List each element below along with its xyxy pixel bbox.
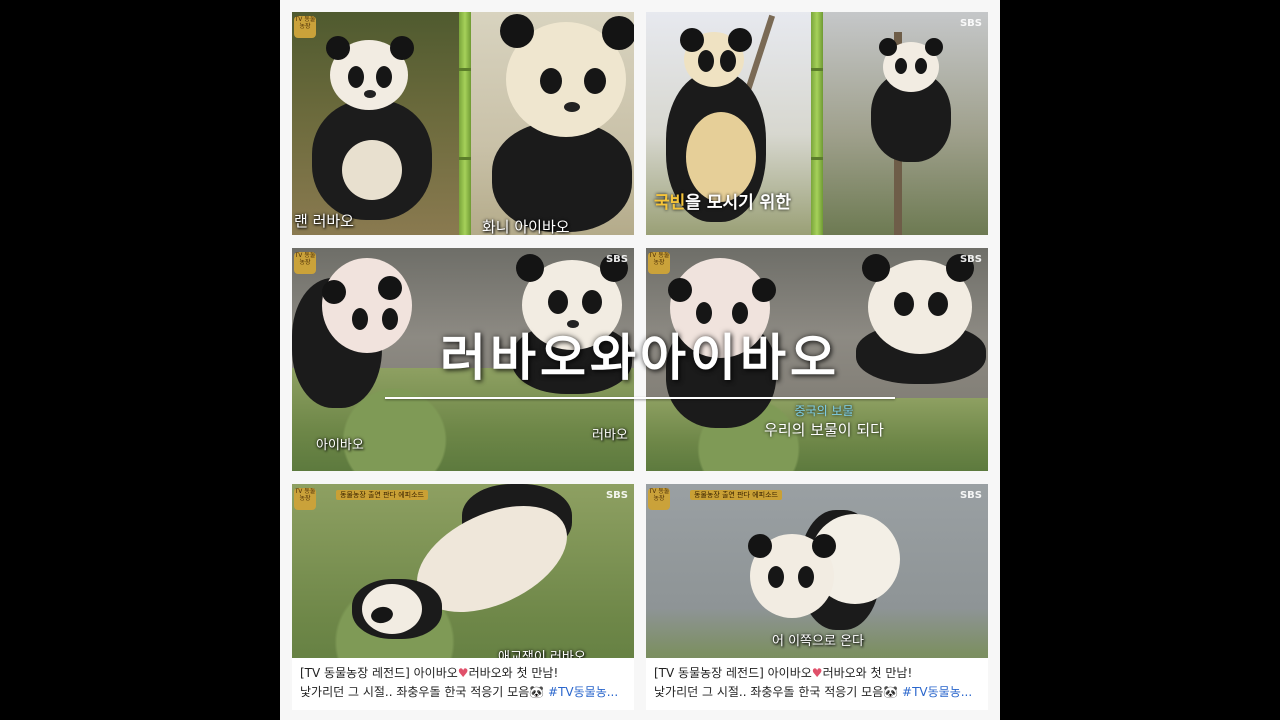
panda-eating-bamboo [492, 14, 634, 232]
episode-bar: 동물농장 출연 판다 에피소드 [336, 490, 428, 500]
sbs-watermark: SBS [959, 490, 982, 501]
video-title-line-2: 낯가리던 그 시절.. 좌충우돌 한국 적응기 모음🐼 #TV동물농... [654, 685, 973, 699]
sbs-watermark: SBS [959, 18, 982, 29]
bamboo-stalk [459, 12, 471, 235]
photo-tile-2[interactable]: SBS 국빈을 모시기 위한 [646, 12, 988, 235]
photo-tile-6[interactable]: TV 동물농장 동물농장 출연 판다 에피소드 SBS 어 이쪽으로 온다 [T… [646, 484, 988, 710]
tv-animal-farm-logo: TV 동물농장 [294, 16, 316, 38]
subtitle-main: 우리의 보물이 되다 [764, 421, 884, 439]
panda-walking [748, 504, 900, 634]
tv-animal-farm-logo: TV 동물농장 [648, 488, 670, 510]
video-title-card[interactable]: [TV 동물농장 레전드] 아이바오♥러바오와 첫 만남! 낯가리던 그 시절.… [292, 658, 634, 710]
panda-rolling [352, 484, 584, 644]
video-title-card[interactable]: [TV 동물농장 레전드] 아이바오♥러바오와 첫 만남! 낯가리던 그 시절.… [646, 658, 988, 710]
tv-animal-farm-logo: TV 동물농장 [648, 252, 670, 274]
sbs-watermark: SBS [605, 490, 628, 501]
caption-aibao: 아이바오 [316, 438, 364, 453]
panda-sitting [312, 36, 432, 230]
caption-lebao: 러바오 [592, 428, 628, 443]
collage-stage: TV 동물농장 랜 러바오 화니 아이바오 SBS 국빈을 모시기 위한 TV … [280, 0, 1000, 720]
video-title-line-1: [TV 동물농장 레전드] 아이바오♥러바오와 첫 만남! [300, 666, 559, 680]
caption-state-guest: 국빈을 모시기 위한 [654, 193, 791, 213]
tv-animal-farm-logo: TV 동물농장 [294, 252, 316, 274]
collage-title: 러바오와아이바오 [440, 329, 840, 387]
title-underline [385, 397, 895, 399]
caption-aibao: 화니 아이바오 [482, 218, 570, 235]
photo-tile-5[interactable]: TV 동물농장 동물농장 출연 판다 에피소드 SBS 애교쟁이 러바오 [TV… [292, 484, 634, 710]
tv-animal-farm-logo: TV 동물농장 [294, 488, 316, 510]
sbs-watermark: SBS [605, 254, 628, 265]
bamboo-stalk [811, 12, 823, 235]
episode-bar: 동물농장 출연 판다 에피소드 [690, 490, 782, 500]
caption-lebao: 랜 러바오 [294, 212, 354, 230]
caption-coming-this-way: 어 이쪽으로 온다 [772, 634, 864, 649]
heart-icon: ♥ [457, 666, 469, 680]
sbs-watermark: SBS [959, 254, 982, 265]
video-title-line-2: 낯가리던 그 시절.. 좌충우돌 한국 적응기 모음🐼 #TV동물농... [300, 685, 619, 699]
subtitle-treasure: 중국의 보물 우리의 보물이 되다 [754, 402, 894, 440]
photo-tile-1[interactable]: TV 동물농장 랜 러바오 화니 아이바오 [292, 12, 634, 235]
hashtag-link[interactable]: #TV동물농... [902, 685, 972, 699]
panda-in-tree [871, 38, 951, 162]
subtitle-small: 중국의 보물 [794, 404, 854, 418]
heart-icon: ♥ [811, 666, 823, 680]
video-title-line-1: [TV 동물농장 레전드] 아이바오♥러바오와 첫 만남! [654, 666, 913, 680]
hashtag-link[interactable]: #TV동물농... [548, 685, 618, 699]
